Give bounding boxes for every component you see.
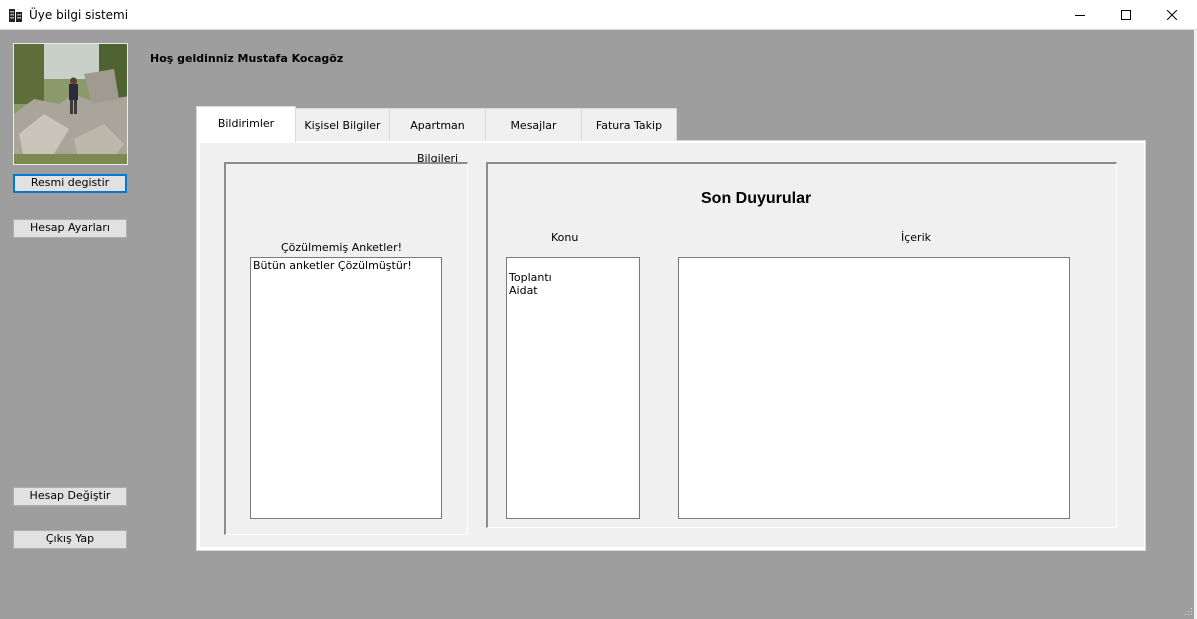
list-item[interactable]: Aidat [509,284,637,297]
logout-button[interactable]: Çıkış Yap [13,530,127,549]
change-photo-button[interactable]: Resmi degistir [13,174,127,193]
welcome-text: Hoş geldinniz Mustafa Kocagöz [150,52,344,65]
subject-label: Konu [551,231,579,244]
account-settings-button[interactable]: Hesap Ayarları [13,219,127,238]
surveys-label: Çözülmemiş Anketler! [281,241,403,254]
minimize-button[interactable] [1057,0,1103,30]
tab-messages[interactable]: Mesajlar [485,108,582,141]
profile-photo [13,43,128,165]
window-title: Üye bilgi sistemi [29,8,129,22]
switch-account-button[interactable]: Hesap Değiştir [13,487,127,506]
announcements-title: Son Duyurular [701,190,812,207]
maximize-button[interactable] [1103,0,1149,30]
subjects-listbox[interactable]: Toplantı Aidat [506,257,640,519]
tab-notifications[interactable]: Bildirimler [196,106,296,142]
minimize-icon [1075,15,1085,16]
close-icon [1167,10,1177,20]
surveys-listbox[interactable]: Bütün anketler Çözülmüştür! [250,257,442,519]
tab-apartment-info[interactable]: Apartman Bilgileri [389,108,486,165]
list-item[interactable]: Bütün anketler Çözülmüştür! [253,259,439,272]
close-button[interactable] [1149,0,1195,30]
resize-grip-icon[interactable] [1185,608,1193,616]
content-textbox[interactable] [678,257,1070,519]
building-icon [9,8,22,22]
title-bar: Üye bilgi sistemi [0,0,1197,30]
list-item[interactable]: Toplantı [509,271,637,284]
content-label: İçerik [901,231,932,244]
maximize-icon [1121,10,1131,20]
tab-personal-info[interactable]: Kişisel Bilgiler [295,108,390,141]
tab-invoice-tracking[interactable]: Fatura Takip [581,108,677,141]
